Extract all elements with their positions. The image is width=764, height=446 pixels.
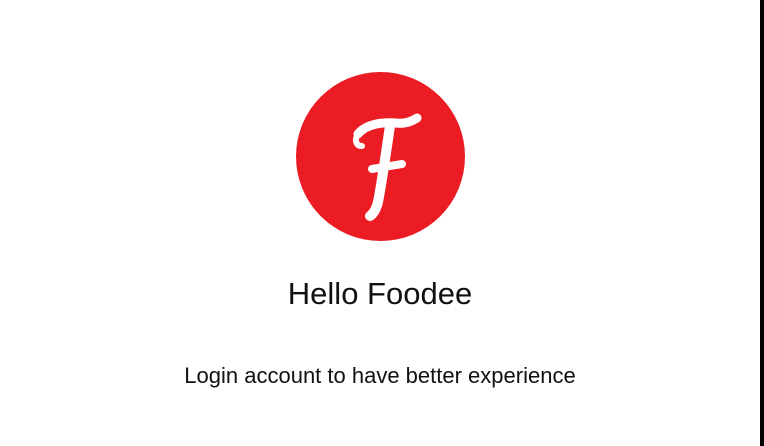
welcome-title: Hello Foodee	[287, 276, 473, 311]
logo-f-glyph	[352, 113, 422, 221]
foodee-f-logo-icon	[296, 72, 465, 241]
welcome-subtitle: Login account to have better experience	[184, 363, 576, 388]
screen-edge-divider	[760, 0, 764, 446]
